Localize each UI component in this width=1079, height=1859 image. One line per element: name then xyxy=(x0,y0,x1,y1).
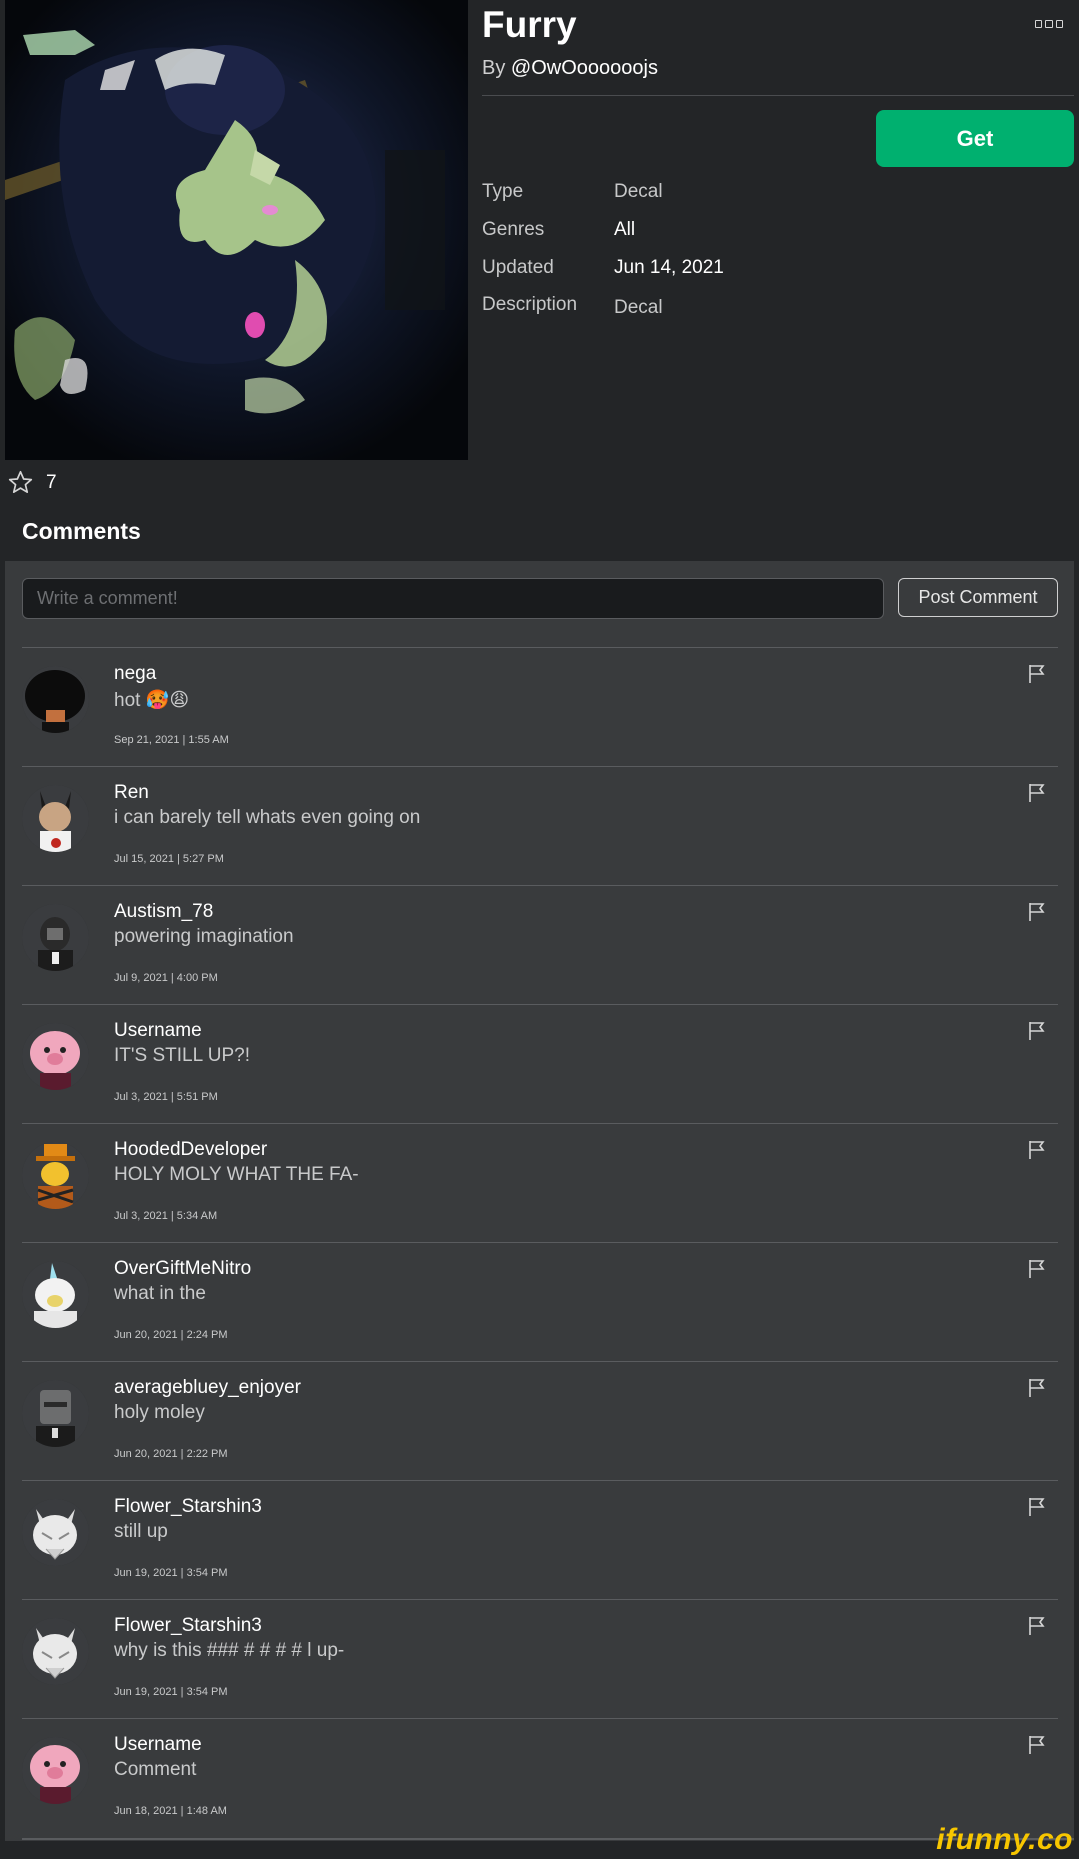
comment-text: i can barely tell whats even going on xyxy=(114,807,421,828)
by-prefix: By xyxy=(482,57,506,79)
post-comment-button[interactable]: Post Comment xyxy=(898,578,1058,617)
comments-panel: Post Comment nega hot 🥵😩 Sep 21, 2021 | … xyxy=(5,561,1074,1841)
comment-username[interactable]: Flower_Starshin3 xyxy=(114,1496,262,1518)
avatar[interactable] xyxy=(22,1023,89,1090)
comment-username[interactable]: OverGiftMeNitro xyxy=(114,1258,251,1280)
comments-heading: Comments xyxy=(22,518,141,544)
comment-text: HOLY MOLY WHAT THE FA- xyxy=(114,1164,359,1185)
avatar[interactable] xyxy=(22,1499,89,1566)
comment-date: Jun 19, 2021 | 3:54 PM xyxy=(114,1567,228,1579)
comment-date: Jul 9, 2021 | 4:00 PM xyxy=(114,972,218,984)
creator-line: By @OwOoooooojs xyxy=(482,57,658,80)
detail-label: Type xyxy=(482,181,524,202)
flag-icon[interactable] xyxy=(1028,783,1046,803)
comment-date: Jul 15, 2021 | 5:27 PM xyxy=(114,853,224,865)
item-thumbnail xyxy=(5,0,468,460)
comment-username[interactable]: Username xyxy=(114,1020,202,1042)
comment-item: HoodedDeveloper HOLY MOLY WHAT THE FA- J… xyxy=(22,1123,1058,1242)
flag-icon[interactable] xyxy=(1028,1259,1046,1279)
flag-icon[interactable] xyxy=(1028,1735,1046,1755)
comment-text: what in the xyxy=(114,1283,206,1304)
flag-icon[interactable] xyxy=(1028,902,1046,922)
comment-text: why is this ### # # # # l up- xyxy=(114,1640,345,1661)
item-title: Furry xyxy=(482,4,577,45)
comment-date: Jun 18, 2021 | 1:48 AM xyxy=(114,1805,227,1817)
comment-item: Ren i can barely tell whats even going o… xyxy=(22,766,1058,885)
watermark: ifunny.co xyxy=(936,1823,1073,1856)
get-button[interactable]: Get xyxy=(876,110,1074,167)
comment-text: Comment xyxy=(114,1759,197,1780)
detail-label: Updated xyxy=(482,257,554,278)
flag-icon[interactable] xyxy=(1028,1616,1046,1636)
comment-date: Jul 3, 2021 | 5:34 AM xyxy=(114,1210,218,1222)
comment-username[interactable]: nega xyxy=(114,663,156,685)
comment-item: OverGiftMeNitro what in the Jun 20, 2021… xyxy=(22,1242,1058,1361)
comment-input[interactable] xyxy=(22,578,884,619)
avatar[interactable] xyxy=(22,1261,89,1328)
comment-username[interactable]: HoodedDeveloper xyxy=(114,1139,267,1161)
comment-date: Jun 19, 2021 | 3:54 PM xyxy=(114,1686,228,1698)
avatar[interactable] xyxy=(22,904,89,971)
comment-date: Sep 21, 2021 | 1:55 AM xyxy=(114,734,229,746)
detail-label: Description xyxy=(482,294,578,315)
avatar[interactable] xyxy=(22,785,89,852)
comment-username[interactable]: Austism_78 xyxy=(114,901,213,923)
comment-item: nega hot 🥵😩 Sep 21, 2021 | 1:55 AM xyxy=(22,647,1058,766)
comment-username[interactable]: averagebluey_enjoyer xyxy=(114,1377,301,1399)
favorite-count: 7 xyxy=(46,471,57,493)
avatar[interactable] xyxy=(22,1380,89,1447)
comment-text: IT'S STILL UP?! xyxy=(114,1045,250,1066)
star-icon xyxy=(8,470,33,494)
comment-list: nega hot 🥵😩 Sep 21, 2021 | 1:55 AM Ren i… xyxy=(22,647,1058,1837)
comment-item: Flower_Starshin3 still up Jun 19, 2021 |… xyxy=(22,1480,1058,1599)
favorite-button[interactable]: 7 xyxy=(7,469,57,496)
comment-username[interactable]: Ren xyxy=(114,782,149,804)
flag-icon[interactable] xyxy=(1028,664,1046,684)
detail-value: Jun 14, 2021 xyxy=(614,257,724,278)
avatar[interactable] xyxy=(22,666,89,733)
detail-value: Decal xyxy=(614,297,663,318)
divider xyxy=(22,1838,1074,1840)
comment-date: Jul 3, 2021 | 5:51 PM xyxy=(114,1091,218,1103)
comment-username[interactable]: Username xyxy=(114,1734,202,1756)
flag-icon[interactable] xyxy=(1028,1140,1046,1160)
flag-icon[interactable] xyxy=(1028,1021,1046,1041)
comment-item: Austism_78 powering imagination Jul 9, 2… xyxy=(22,885,1058,1004)
comment-text: hot 🥵😩 xyxy=(114,690,190,711)
comment-username[interactable]: Flower_Starshin3 xyxy=(114,1615,262,1637)
flag-icon[interactable] xyxy=(1028,1378,1046,1398)
detail-value: Decal xyxy=(614,181,663,202)
divider xyxy=(482,95,1074,96)
comment-date: Jun 20, 2021 | 2:24 PM xyxy=(114,1329,228,1341)
flag-icon[interactable] xyxy=(1028,1497,1046,1517)
more-options-icon[interactable] xyxy=(1035,20,1063,32)
comment-date: Jun 20, 2021 | 2:22 PM xyxy=(114,1448,228,1460)
avatar[interactable] xyxy=(22,1618,89,1685)
comment-text: powering imagination xyxy=(114,926,294,947)
avatar[interactable] xyxy=(22,1737,89,1804)
detail-label: Genres xyxy=(482,219,545,240)
comment-item: Flower_Starshin3 why is this ### # # # #… xyxy=(22,1599,1058,1718)
detail-value[interactable]: All xyxy=(614,219,635,241)
comment-text: still up xyxy=(114,1521,168,1542)
avatar[interactable] xyxy=(22,1142,89,1209)
comment-item: Username Comment Jun 18, 2021 | 1:48 AM xyxy=(22,1718,1058,1837)
comment-text: holy moley xyxy=(114,1402,205,1423)
comment-item: Username IT'S STILL UP?! Jul 3, 2021 | 5… xyxy=(22,1004,1058,1123)
creator-link[interactable]: @OwOoooooojs xyxy=(511,57,658,79)
comment-item: averagebluey_enjoyer holy moley Jun 20, … xyxy=(22,1361,1058,1480)
